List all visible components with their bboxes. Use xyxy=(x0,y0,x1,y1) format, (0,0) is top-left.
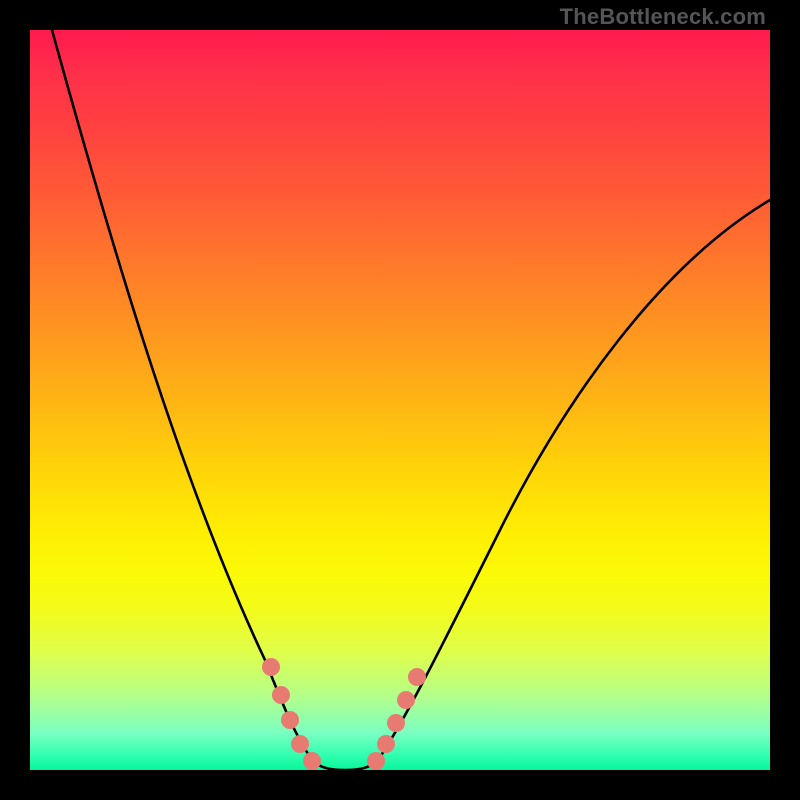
curve-marker xyxy=(262,658,280,676)
bottleneck-curve-svg xyxy=(30,30,770,770)
curve-marker xyxy=(377,735,395,753)
curve-marker xyxy=(272,686,290,704)
chart-frame: TheBottleneck.com xyxy=(0,0,800,800)
curve-marker xyxy=(291,735,309,753)
curve-marker xyxy=(397,691,415,709)
bottleneck-curve xyxy=(52,30,770,770)
curve-marker xyxy=(303,752,321,770)
curve-marker xyxy=(408,668,426,686)
curve-marker xyxy=(387,714,405,732)
curve-marker xyxy=(281,711,299,729)
plot-area xyxy=(30,30,770,770)
watermark-text: TheBottleneck.com xyxy=(560,4,766,30)
curve-marker xyxy=(367,752,385,770)
